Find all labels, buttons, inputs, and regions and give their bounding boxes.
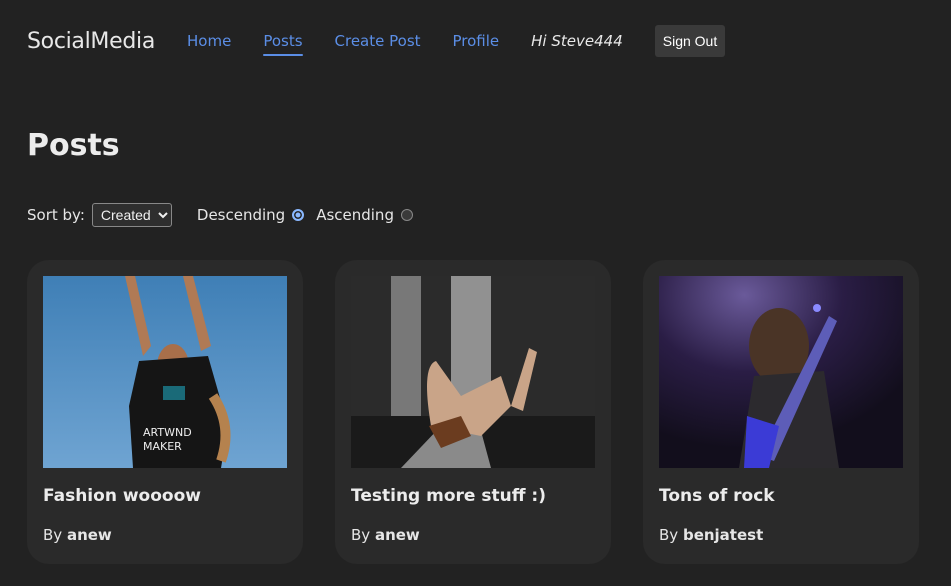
post-image[interactable] (351, 276, 595, 468)
svg-text:ARTWND: ARTWND (143, 426, 192, 439)
nav-home[interactable]: Home (187, 32, 231, 50)
nav-profile[interactable]: Profile (453, 32, 500, 50)
post-card[interactable]: Testing more stuff :) By anew (335, 260, 611, 564)
svg-text:MAKER: MAKER (143, 440, 182, 453)
top-nav: SocialMedia Home Posts Create Post Profi… (27, 24, 726, 58)
post-card[interactable]: Tons of rock By benjatest (643, 260, 919, 564)
sort-controls: Sort by: Created Descending Ascending (27, 203, 425, 227)
descending-radio[interactable] (292, 209, 305, 221)
ascending-radio-group[interactable]: Ascending (316, 206, 413, 224)
ascending-label: Ascending (316, 206, 394, 224)
ascending-radio[interactable] (400, 209, 413, 221)
post-author: By anew (43, 526, 112, 544)
post-image[interactable]: ARTWND MAKER (43, 276, 287, 468)
post-title[interactable]: Fashion woooow (43, 486, 287, 506)
post-title[interactable]: Testing more stuff :) (351, 486, 595, 506)
page-title: Posts (27, 128, 120, 163)
sort-label: Sort by: (27, 206, 85, 224)
sort-select[interactable]: Created (91, 203, 172, 227)
post-title[interactable]: Tons of rock (659, 486, 903, 506)
post-author: By anew (351, 526, 420, 544)
post-card[interactable]: ARTWND MAKER Fashion woooow By anew (27, 260, 303, 564)
nav-create-post[interactable]: Create Post (335, 32, 421, 50)
author-name[interactable]: benjatest (683, 526, 763, 544)
descending-radio-group[interactable]: Descending (196, 206, 305, 224)
author-name[interactable]: anew (375, 526, 420, 544)
nav-posts[interactable]: Posts (263, 32, 303, 56)
sign-out-button[interactable]: Sign Out (654, 25, 726, 57)
author-name[interactable]: anew (67, 526, 112, 544)
brand-logo[interactable]: SocialMedia (27, 29, 155, 54)
descending-label: Descending (196, 206, 286, 224)
user-greeting: Hi Steve444 (531, 32, 623, 50)
posts-grid: ARTWND MAKER Fashion woooow By anew Test… (27, 260, 919, 564)
post-image[interactable] (659, 276, 903, 468)
post-author: By benjatest (659, 526, 764, 544)
